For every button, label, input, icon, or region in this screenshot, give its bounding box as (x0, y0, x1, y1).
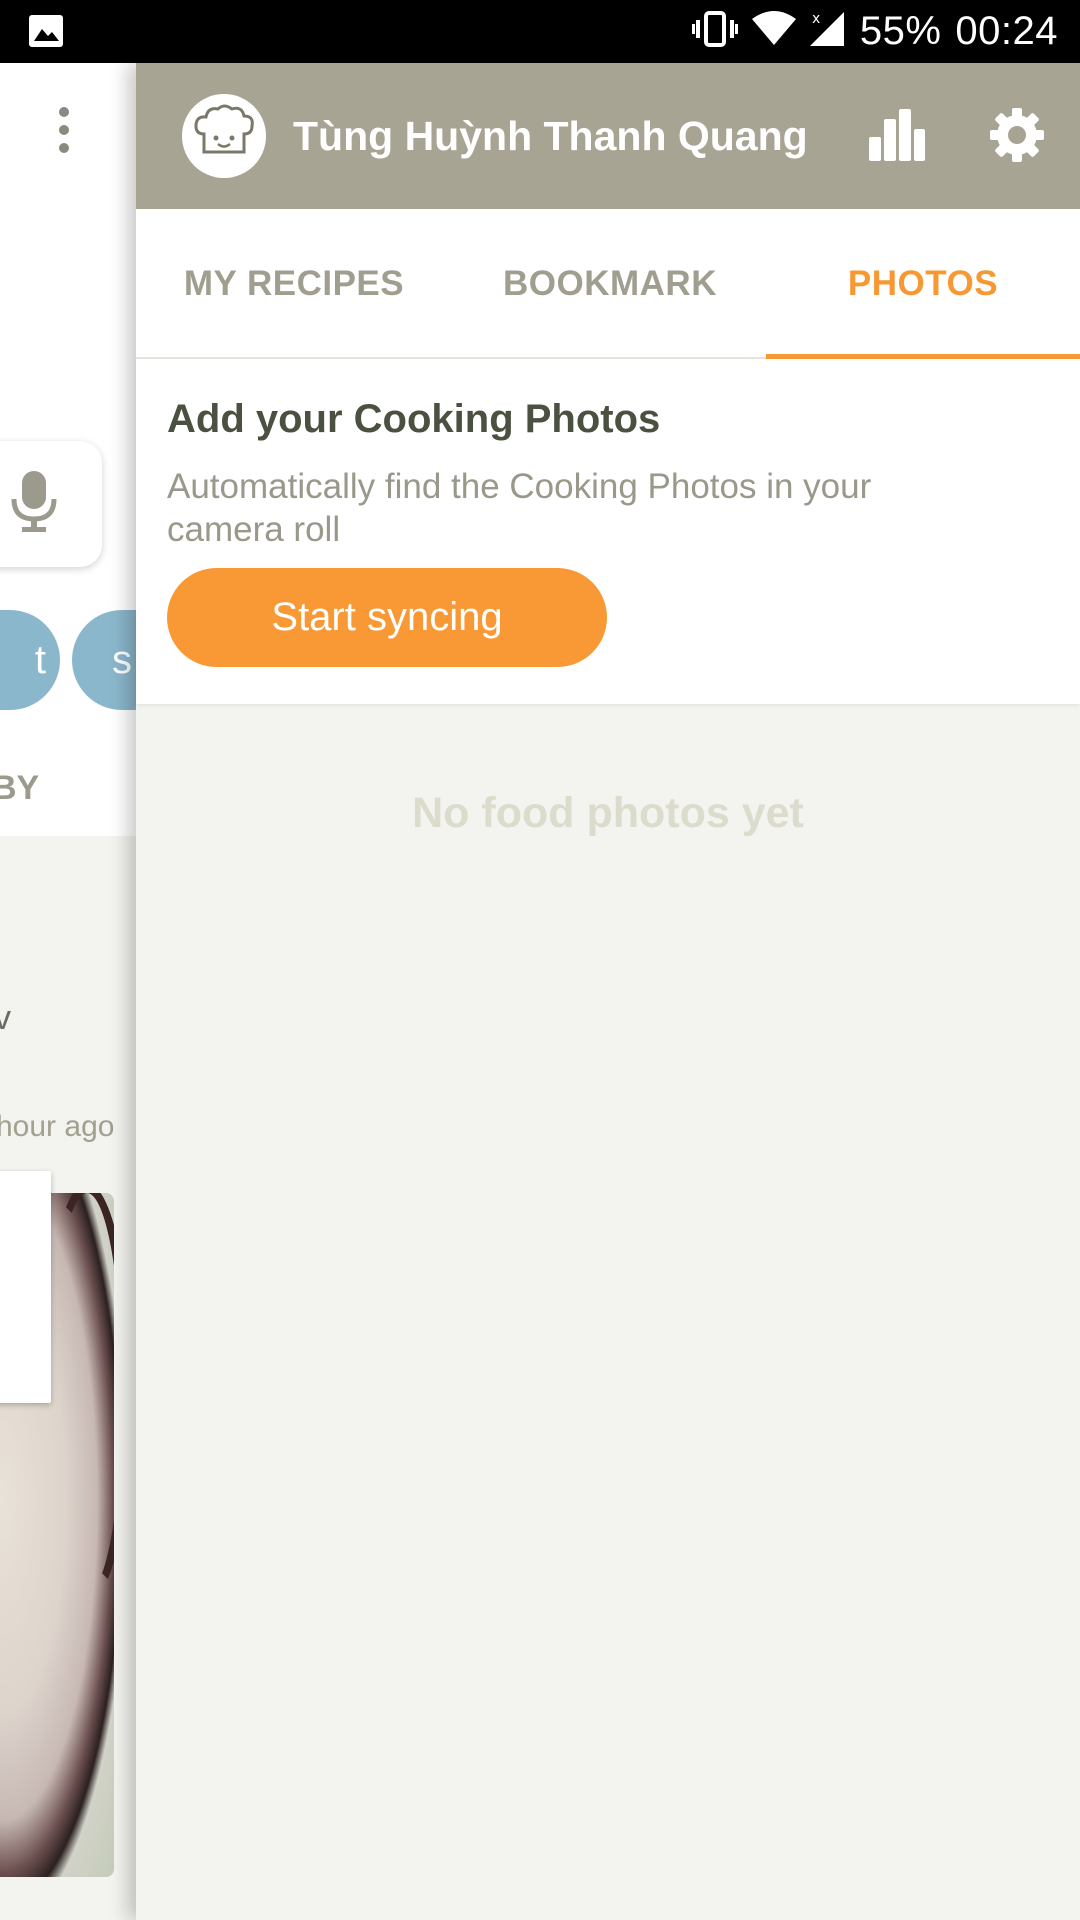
background-tab[interactable]: BY (0, 769, 39, 808)
settings-gear-icon[interactable] (990, 108, 1044, 167)
suggestion-chip[interactable]: t (0, 610, 60, 710)
svg-text:x: x (812, 11, 820, 27)
microphone-icon[interactable] (10, 471, 58, 538)
background-screen: t s BY v hour ago (0, 63, 136, 1920)
tab-photos[interactable]: PHOTOS (766, 209, 1080, 359)
sync-card-description: Automatically find the Cooking Photos in… (167, 467, 872, 549)
background-text: v (0, 999, 11, 1037)
sync-card-title: Add your Cooking Photos (167, 397, 661, 441)
user-name[interactable]: Tùng Huỳnh Thanh Quang (293, 113, 808, 160)
image-icon (28, 14, 64, 48)
more-icon[interactable] (58, 107, 70, 153)
suggestion-chip[interactable]: s (72, 610, 136, 710)
search-box[interactable] (0, 441, 102, 567)
battery-level: 55% (859, 9, 942, 53)
profile-drawer: Tùng Huỳnh Thanh Quang MY RECIPES BOOKMA… (136, 63, 1080, 1920)
background-timestamp: hour ago (0, 1110, 115, 1143)
status-bar: x 55% 00:24 (0, 0, 1080, 63)
stats-icon[interactable] (869, 109, 925, 166)
tab-my-recipes[interactable]: MY RECIPES (136, 209, 452, 359)
background-popup-card (0, 1171, 51, 1403)
background-top-card: t s BY (0, 63, 136, 836)
signal-icon: x (809, 10, 846, 53)
wifi-icon (751, 11, 796, 52)
empty-state-message: No food photos yet (412, 789, 804, 837)
start-syncing-button[interactable]: Start syncing (167, 568, 607, 667)
vibrate-icon (691, 11, 738, 52)
sync-photos-card: Add your Cooking Photos Automatically fi… (136, 359, 1080, 704)
profile-tabs: MY RECIPES BOOKMARK PHOTOS (136, 209, 1080, 359)
chef-avatar-icon[interactable] (182, 94, 266, 178)
profile-header: Tùng Huỳnh Thanh Quang (136, 63, 1080, 209)
clock: 00:24 (955, 9, 1058, 53)
tab-bookmark[interactable]: BOOKMARK (452, 209, 768, 359)
